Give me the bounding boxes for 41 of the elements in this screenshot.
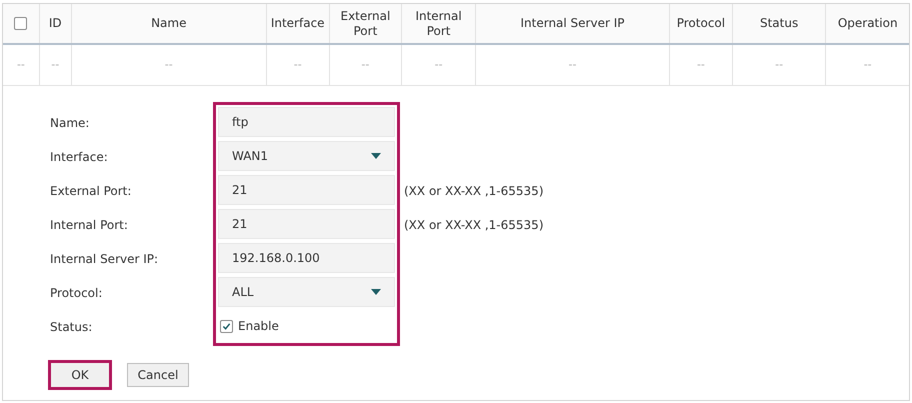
table-cell-text: -- xyxy=(434,56,443,73)
hint-text: (XX or XX-XX ,1-65535) xyxy=(404,217,544,234)
field-label: Status: xyxy=(50,319,92,336)
hint-text: (XX or XX-XX ,1-65535) xyxy=(404,183,544,200)
checkbox-label: Enable xyxy=(238,318,279,335)
dropdown[interactable]: ALL xyxy=(218,277,395,307)
input-field[interactable]: 21 xyxy=(218,175,395,205)
table-cell-text: -- xyxy=(775,56,784,73)
table-cell-text: -- xyxy=(568,56,576,73)
field-label: Name: xyxy=(50,115,90,132)
field-label: Protocol: xyxy=(50,285,102,302)
field-label: External Port: xyxy=(50,183,132,200)
select-all-checkbox[interactable] xyxy=(14,17,28,30)
column-header: Status xyxy=(732,4,826,43)
field-label: Internal Server IP: xyxy=(50,251,158,268)
column-header: Operation xyxy=(836,15,899,32)
column-header: Name xyxy=(72,4,267,43)
column-header: Protocol xyxy=(670,4,733,43)
caret-icon xyxy=(371,289,381,295)
table-cell-text: -- xyxy=(51,56,60,73)
column-header: External Port xyxy=(330,4,402,43)
table-cell-text: -- xyxy=(864,56,872,73)
ok-button[interactable]: OK xyxy=(48,360,112,390)
table-cell-text: -- xyxy=(16,56,25,73)
caret-icon xyxy=(371,153,381,159)
dropdown[interactable]: WAN1 xyxy=(218,141,395,171)
cancel-button[interactable]: Cancel xyxy=(127,363,189,387)
input-field[interactable]: ftp xyxy=(218,107,395,137)
table-cell-text: -- xyxy=(361,56,370,73)
column-header: Internal Port xyxy=(402,4,476,43)
column-header: ID xyxy=(40,4,72,43)
table-cell-text: -- xyxy=(294,56,302,73)
column-header: Internal Server IP xyxy=(476,4,670,43)
table-cell-text: -- xyxy=(164,56,173,73)
field-label: Internal Port: xyxy=(50,217,128,234)
input-field[interactable]: 21 xyxy=(218,209,395,239)
field-label: Interface: xyxy=(50,149,108,166)
column-header: Interface xyxy=(266,4,330,43)
table-cell-text: -- xyxy=(696,56,705,73)
enable-checkbox[interactable] xyxy=(220,320,233,332)
input-field[interactable]: 192.168.0.100 xyxy=(218,243,395,273)
